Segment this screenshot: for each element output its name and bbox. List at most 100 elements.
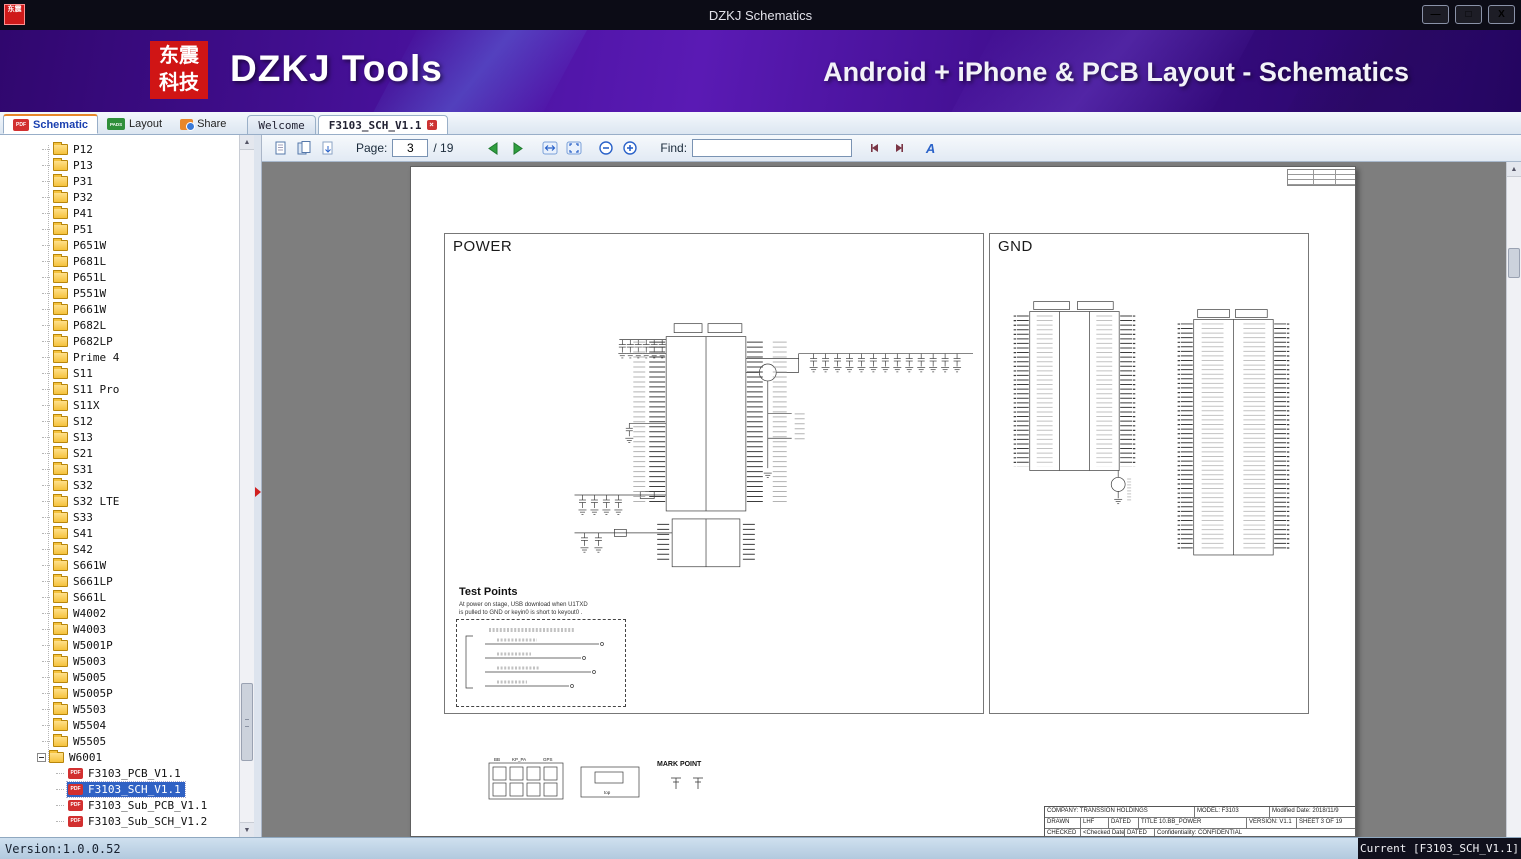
test-points-title: Test Points: [459, 586, 518, 598]
tree-folder-item[interactable]: S13: [0, 429, 239, 445]
tree-folder-item[interactable]: P13: [0, 157, 239, 173]
tree-folder-item[interactable]: S32: [0, 477, 239, 493]
scroll-up-icon[interactable]: ▲: [1507, 162, 1521, 177]
sidebar-splitter[interactable]: [254, 135, 262, 837]
tab-layout[interactable]: PADS Layout: [98, 114, 171, 134]
tab-share[interactable]: Share: [171, 114, 235, 134]
tree-folder-item[interactable]: W5505: [0, 733, 239, 749]
tree-folder-item[interactable]: W5001P: [0, 637, 239, 653]
tree-folder-item[interactable]: P651W: [0, 237, 239, 253]
title-label: TITLE: [1141, 819, 1158, 825]
tree-folder-item[interactable]: P682LP: [0, 333, 239, 349]
app-logo-icon: 东震: [4, 4, 25, 25]
single-page-view-button[interactable]: [270, 139, 289, 158]
tree-folder-item[interactable]: S12: [0, 413, 239, 429]
company-logo: 东震 科技: [150, 41, 208, 99]
sidebar-scrollbar[interactable]: ▲ ▼: [239, 135, 254, 837]
tree-folder-item[interactable]: S31: [0, 461, 239, 477]
snapshot-page-button[interactable]: [318, 139, 337, 158]
tree-folder-item[interactable]: P681L: [0, 253, 239, 269]
tree-folder-item[interactable]: W4002: [0, 605, 239, 621]
zoom-in-button[interactable]: [620, 139, 639, 158]
folder-icon: [53, 381, 68, 395]
tree-folder-item[interactable]: S32 LTE: [0, 493, 239, 509]
folder-icon: [53, 701, 68, 715]
tree-folder-item[interactable]: S21: [0, 445, 239, 461]
find-previous-button[interactable]: [865, 139, 884, 158]
pdf-icon: PDF: [68, 783, 83, 795]
tree-folder-item[interactable]: S11X: [0, 397, 239, 413]
folder-icon: [53, 413, 68, 427]
tree-folder-item[interactable]: W5504: [0, 717, 239, 733]
page-number-input[interactable]: [392, 139, 429, 157]
tree-folder-item[interactable]: S33: [0, 509, 239, 525]
maximize-button[interactable]: □: [1455, 5, 1482, 24]
document-tabs: Welcome F3103_SCH_V1.1 ×: [247, 115, 448, 134]
collapse-sidebar-icon[interactable]: [255, 487, 261, 497]
version-text: Version:1.0.0.52: [5, 841, 121, 856]
folder-icon: [53, 685, 68, 699]
title-block-title: TITLE 10.BB_POWER: [1139, 818, 1247, 828]
facing-pages-view-button[interactable]: [294, 139, 313, 158]
folder-icon: [53, 541, 68, 555]
tab-document[interactable]: F3103_SCH_V1.1 ×: [317, 115, 448, 134]
find-next-button[interactable]: [889, 139, 908, 158]
tree-file-item[interactable]: PDF F3103_SCH_V1.1: [0, 780, 239, 798]
tree-folder-item[interactable]: S661W: [0, 557, 239, 573]
tree-folder-item[interactable]: W5005: [0, 669, 239, 685]
tab-schematic[interactable]: PDF Schematic: [3, 114, 99, 134]
tree-folder-item[interactable]: P661W: [0, 301, 239, 317]
folder-icon: [53, 717, 68, 731]
scroll-down-icon[interactable]: ▼: [240, 822, 254, 837]
text-size-button[interactable]: A: [921, 139, 940, 158]
tree-folder-item[interactable]: W4003: [0, 621, 239, 637]
tree-folder-item[interactable]: S661LP: [0, 573, 239, 589]
tree-folder-item[interactable]: P32: [0, 189, 239, 205]
next-page-button[interactable]: [508, 139, 527, 158]
gnd-section: GND: [989, 233, 1309, 714]
find-input[interactable]: [692, 139, 853, 157]
zoom-out-button[interactable]: [596, 139, 615, 158]
tree-folder-item[interactable]: P551W: [0, 285, 239, 301]
banner: 东震 科技 DZKJ Tools Android + iPhone & PCB …: [0, 30, 1521, 112]
fit-page-button[interactable]: [564, 139, 583, 158]
tree-folder-item[interactable]: P12: [0, 141, 239, 157]
folder-icon: [53, 653, 68, 667]
fit-width-button[interactable]: [540, 139, 559, 158]
previous-page-button[interactable]: [484, 139, 503, 158]
close-button[interactable]: X: [1488, 5, 1515, 24]
title-block-company: COMPANY: TRANSSION HOLDINGS: [1045, 807, 1195, 817]
tree-folder-item[interactable]: S661L: [0, 589, 239, 605]
tree-folder-item[interactable]: W5003: [0, 653, 239, 669]
folder-icon: [53, 605, 68, 619]
tree-folder-item[interactable]: P51: [0, 221, 239, 237]
scroll-up-icon[interactable]: ▲: [240, 135, 254, 150]
title-block-checked: <Checked Date>: [1081, 829, 1125, 836]
tree-folder-item[interactable]: W5005P: [0, 685, 239, 701]
viewer-scrollbar[interactable]: ▲: [1506, 162, 1521, 837]
tree-folder-item[interactable]: P682L: [0, 317, 239, 333]
tree-folder-item[interactable]: P41: [0, 205, 239, 221]
tab-welcome[interactable]: Welcome: [247, 115, 316, 134]
tree-folder-item[interactable]: S41: [0, 525, 239, 541]
tree-folder-item[interactable]: W5503: [0, 701, 239, 717]
tab-welcome-label: Welcome: [258, 118, 305, 132]
sidebar-scroll-thumb[interactable]: [241, 683, 253, 761]
tree-folder-item[interactable]: P651L: [0, 269, 239, 285]
close-tab-icon[interactable]: ×: [426, 120, 437, 130]
tree-folder-item[interactable]: S11 Pro: [0, 381, 239, 397]
confidentiality-label: Confidentiality:: [1157, 830, 1197, 836]
tree-folder-item-expanded[interactable]: W6001: [0, 749, 239, 765]
sidebar: P12 P13 P31 P32 P41 P51 P651W P681L P651…: [0, 135, 254, 837]
tree-file-item[interactable]: PDF F3103_Sub_PCB_V1.1: [0, 797, 239, 813]
tree-folder-item[interactable]: P31: [0, 173, 239, 189]
tree-folder-item[interactable]: S42: [0, 541, 239, 557]
collapse-expander-icon[interactable]: [37, 752, 46, 762]
tree-folder-item[interactable]: Prime 4: [0, 349, 239, 365]
tree-file-item[interactable]: PDF F3103_PCB_V1.1: [0, 765, 239, 781]
tree-file-item[interactable]: PDF F3103_Sub_SCH_V1.2: [0, 813, 239, 829]
tree-folder-item[interactable]: S11: [0, 365, 239, 381]
minimize-button[interactable]: —: [1422, 5, 1449, 24]
folder-icon: [53, 237, 68, 251]
viewer-scroll-thumb[interactable]: [1508, 248, 1520, 278]
